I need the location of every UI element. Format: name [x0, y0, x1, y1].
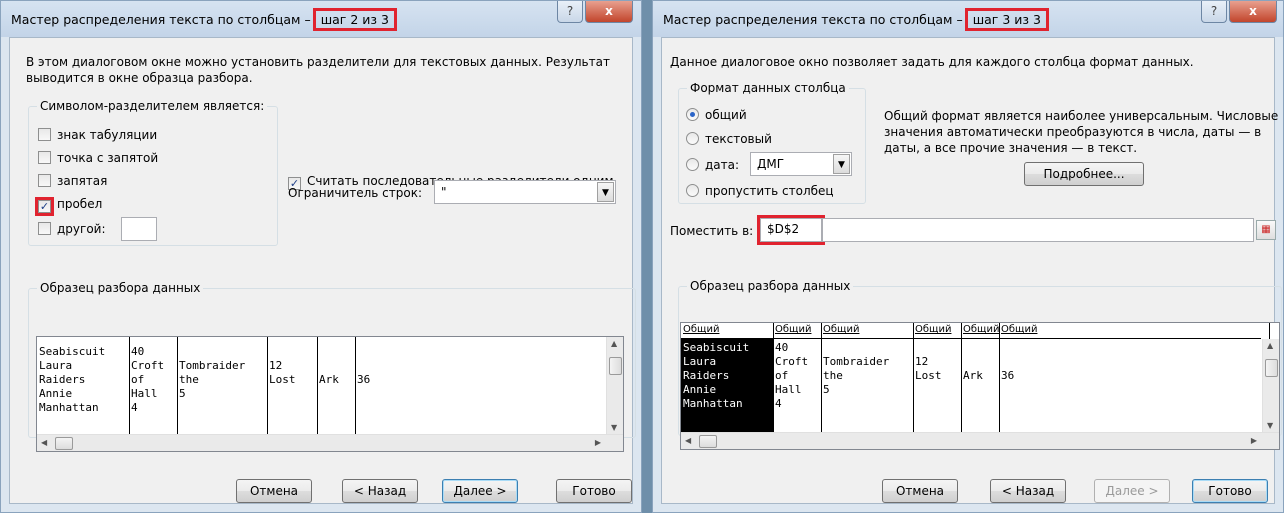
chevron-down-icon[interactable]: ▼ [597, 182, 614, 202]
checkbox-icon[interactable] [38, 222, 51, 235]
preview-col-3: Tombraider the 5 [823, 355, 890, 396]
scroll-thumb[interactable] [1265, 359, 1278, 377]
chevron-up-icon[interactable]: ▲ [1267, 341, 1273, 350]
chevron-right-icon[interactable]: ▶ [595, 438, 601, 447]
checkbox-icon[interactable] [38, 151, 51, 164]
scroll-thumb[interactable] [699, 435, 717, 448]
description-text: В этом диалоговом окне можно установить … [26, 55, 610, 85]
dialog-body: В этом диалоговом окне можно установить … [9, 37, 636, 504]
preview-horizontal-scrollbar[interactable]: ◀ ▶ [37, 434, 623, 451]
details-button[interactable]: Подробнее... [1024, 162, 1144, 186]
delimiter-comma[interactable]: запятая [38, 174, 107, 188]
preview-col-6: 36 [1001, 369, 1015, 382]
preview-col-1: Seabiscuit Laura Raiders Annie Manhattan [683, 341, 750, 410]
other-delimiter-input[interactable] [121, 217, 157, 241]
column-header[interactable]: Общий [823, 323, 859, 337]
chevron-left-icon[interactable]: ◀ [41, 438, 47, 447]
chevron-down-icon[interactable]: ▼ [611, 423, 617, 432]
title-bar[interactable]: Мастер распределения текста по столбцам … [653, 1, 1283, 37]
scroll-thumb[interactable] [609, 357, 622, 375]
preview-col-1: Seabiscuit Laura Raiders Annie Manhattan [39, 345, 106, 414]
back-button[interactable]: < Назад [342, 479, 418, 503]
cancel-button[interactable]: Отмена [236, 479, 312, 503]
checkbox-icon[interactable] [38, 174, 51, 187]
help-button[interactable]: ? [1201, 1, 1227, 23]
preview-col-2: 40 Croft of Hall 4 [131, 345, 165, 414]
window-title: Мастер распределения текста по столбцам … [663, 8, 1049, 31]
preview-group-label: Образец разбора данных [37, 281, 204, 295]
preview-group-label: Образец разбора данных [687, 279, 854, 293]
delimiter-semicolon[interactable]: точка с запятой [38, 151, 158, 165]
delimiter-other[interactable]: другой: [38, 222, 106, 236]
preview-col-3: Tombraider the 5 [179, 359, 246, 400]
finish-button[interactable]: Готово [556, 479, 632, 503]
dialog-body: Данное диалоговое окно позволяет задать … [661, 37, 1282, 504]
preview-vertical-scrollbar[interactable]: ▲ ▼ [606, 337, 623, 434]
column-header[interactable]: Общий [683, 323, 719, 337]
format-date[interactable]: дата: [686, 158, 739, 172]
format-skip[interactable]: пропустить столбец [686, 184, 834, 198]
delimiters-group-label: Символом-разделителем является: [37, 99, 268, 113]
close-button[interactable]: x [585, 1, 633, 23]
chevron-down-icon[interactable]: ▼ [1267, 421, 1273, 430]
checkbox-icon[interactable] [38, 128, 51, 141]
next-button[interactable]: Далее > [442, 479, 518, 503]
preview-col-5: Ark [963, 369, 983, 382]
column-header[interactable]: Общий [963, 323, 999, 337]
title-bar[interactable]: Мастер распределения текста по столбцам … [1, 1, 641, 37]
checkbox-checked-icon[interactable]: ✓ [35, 197, 54, 216]
step-indicator: шаг 3 из 3 [964, 8, 1049, 31]
preview-col-6: 36 [357, 373, 371, 386]
close-button[interactable]: x [1229, 1, 1277, 23]
radio-icon[interactable] [686, 184, 699, 197]
text-qualifier-select[interactable]: " ▼ [434, 180, 616, 204]
preview-horizontal-scrollbar[interactable]: ◀ ▶ [681, 432, 1279, 449]
format-info-text: Общий формат является наиболее универсал… [884, 109, 1279, 155]
range-picker-icon[interactable]: ▦ [1256, 220, 1276, 240]
preview-col-5: Ark [319, 373, 339, 386]
data-preview[interactable]: Общий Общий Общий Общий Общий Общий Seab… [680, 322, 1280, 450]
preview-col-4: 12 Lost [269, 359, 296, 386]
finish-button[interactable]: Готово [1192, 479, 1268, 503]
cancel-button[interactable]: Отмена [882, 479, 958, 503]
chevron-up-icon[interactable]: ▲ [611, 339, 617, 348]
data-preview[interactable]: Seabiscuit Laura Raiders Annie Manhattan… [36, 336, 624, 452]
chevron-right-icon[interactable]: ▶ [1251, 436, 1257, 445]
next-button[interactable]: Далее > [1094, 479, 1170, 503]
destination-input-extension[interactable] [822, 218, 1254, 242]
column-header[interactable]: Общий [915, 323, 951, 337]
date-format-select[interactable]: ДМГ ▼ [750, 152, 852, 176]
preview-vertical-scrollbar[interactable]: ▲ ▼ [1262, 339, 1279, 432]
radio-selected-icon[interactable] [686, 108, 699, 121]
preview-col-4: 12 Lost [915, 355, 942, 382]
description-text: Данное диалоговое окно позволяет задать … [670, 55, 1194, 69]
chevron-down-icon[interactable]: ▼ [833, 154, 850, 174]
text-qualifier-label: Ограничитель строк: [288, 186, 423, 200]
format-text[interactable]: текстовый [686, 132, 772, 146]
step-indicator: шаг 2 из 3 [312, 8, 397, 31]
scroll-thumb[interactable] [55, 437, 73, 450]
preview-col-2: 40 Croft of Hall 4 [775, 341, 809, 410]
column-header[interactable]: Общий [1001, 323, 1037, 337]
delimiter-tab[interactable]: знак табуляции [38, 128, 157, 142]
destination-input[interactable]: $D$2 [757, 215, 825, 245]
radio-icon[interactable] [686, 132, 699, 145]
back-button[interactable]: < Назад [990, 479, 1066, 503]
text-wizard-step2-dialog: Мастер распределения текста по столбцам … [0, 0, 642, 513]
delimiter-space[interactable]: ✓ пробел [35, 197, 102, 216]
text-wizard-step3-dialog: Мастер распределения текста по столбцам … [652, 0, 1284, 513]
help-button[interactable]: ? [557, 1, 583, 23]
column-header[interactable]: Общий [775, 323, 811, 337]
window-title: Мастер распределения текста по столбцам … [11, 8, 397, 31]
radio-icon[interactable] [686, 158, 699, 171]
destination-label: Поместить в: [670, 224, 754, 238]
column-format-group-label: Формат данных столбца [687, 81, 849, 95]
chevron-left-icon[interactable]: ◀ [685, 436, 691, 445]
format-general[interactable]: общий [686, 108, 747, 122]
